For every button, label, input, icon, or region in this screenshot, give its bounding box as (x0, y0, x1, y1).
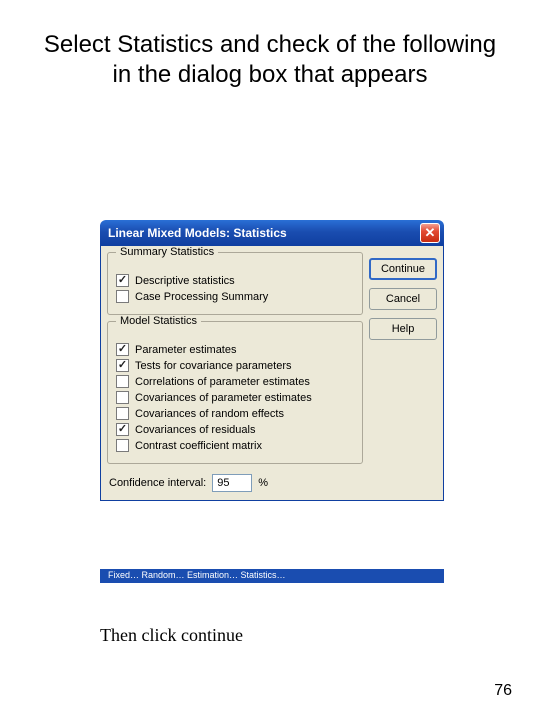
checkbox-row-tests-covariance: Tests for covariance parameters (116, 359, 354, 372)
slide-caption: Then click continue (100, 625, 243, 646)
percent-label: % (258, 477, 268, 489)
checkbox-row-covariances-param: Covariances of parameter estimates (116, 391, 354, 404)
slide-title: Select Statistics and check of the follo… (0, 0, 540, 100)
checkbox-row-case-processing: Case Processing Summary (116, 290, 354, 303)
group-legend-model: Model Statistics (116, 315, 201, 327)
checkbox-covariances-random-effects[interactable] (116, 407, 129, 420)
checkbox-correlations-parameter-estimates[interactable] (116, 375, 129, 388)
checkbox-covariances-residuals[interactable] (116, 423, 129, 436)
checkbox-covariances-parameter-estimates[interactable] (116, 391, 129, 404)
continue-button[interactable]: Continue (369, 258, 437, 280)
checkbox-row-descriptive-statistics: Descriptive statistics (116, 274, 354, 287)
confidence-interval-input[interactable] (212, 474, 252, 492)
checkbox-row-correlations-param: Correlations of parameter estimates (116, 375, 354, 388)
confidence-interval-label: Confidence interval: (109, 477, 206, 489)
checkbox-descriptive-statistics[interactable] (116, 274, 129, 287)
dialog-titlebar: Linear Mixed Models: Statistics ✕ (100, 220, 444, 246)
checkbox-row-covariances-residuals: Covariances of residuals (116, 423, 354, 436)
dialog-body: Summary Statistics Descriptive statistic… (100, 246, 444, 501)
close-icon[interactable]: ✕ (420, 223, 440, 243)
checkbox-label: Tests for covariance parameters (135, 360, 292, 372)
checkbox-row-contrast-coefficient: Contrast coefficient matrix (116, 439, 354, 452)
checkbox-row-covariances-random: Covariances of random effects (116, 407, 354, 420)
checkbox-label: Covariances of residuals (135, 424, 255, 436)
checkbox-label: Case Processing Summary (135, 291, 268, 303)
checkbox-tests-covariance-parameters[interactable] (116, 359, 129, 372)
dialog-button-column: Continue Cancel Help (369, 252, 437, 494)
checkbox-label: Parameter estimates (135, 344, 236, 356)
checkbox-case-processing-summary[interactable] (116, 290, 129, 303)
help-button[interactable]: Help (369, 318, 437, 340)
checkbox-contrast-coefficient-matrix[interactable] (116, 439, 129, 452)
dialog-left-column: Summary Statistics Descriptive statistic… (107, 252, 363, 494)
cancel-button[interactable]: Cancel (369, 288, 437, 310)
confidence-interval-row: Confidence interval: % (107, 470, 363, 494)
group-summary-statistics: Summary Statistics Descriptive statistic… (107, 252, 363, 315)
checkbox-row-parameter-estimates: Parameter estimates (116, 343, 354, 356)
checkbox-parameter-estimates[interactable] (116, 343, 129, 356)
group-model-statistics: Model Statistics Parameter estimates Tes… (107, 321, 363, 464)
checkbox-label: Descriptive statistics (135, 275, 235, 287)
checkbox-label: Covariances of random effects (135, 408, 284, 420)
statistics-dialog: Linear Mixed Models: Statistics ✕ Summar… (100, 220, 444, 501)
checkbox-label: Correlations of parameter estimates (135, 376, 310, 388)
group-legend-summary: Summary Statistics (116, 246, 218, 258)
dialog-title: Linear Mixed Models: Statistics (108, 226, 420, 240)
page-number: 76 (494, 682, 512, 700)
checkbox-label: Covariances of parameter estimates (135, 392, 312, 404)
checkbox-label: Contrast coefficient matrix (135, 440, 262, 452)
background-tab-strip: Fixed… Random… Estimation… Statistics… (100, 569, 444, 583)
